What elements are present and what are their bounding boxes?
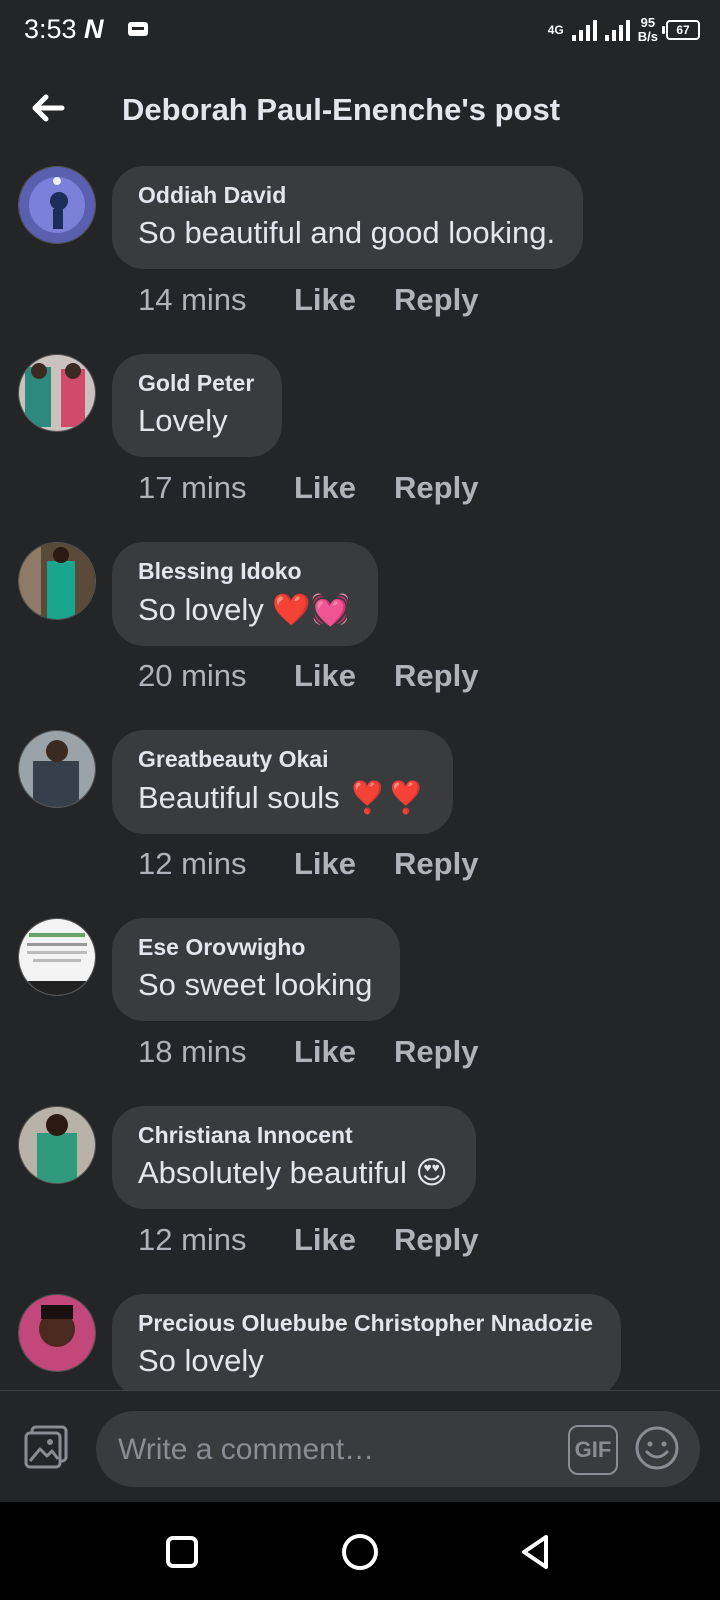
like-button[interactable]: Like <box>294 1222 356 1258</box>
comment-bubble[interactable]: Gold Peter Lovely <box>112 354 283 457</box>
comment-time: 20 mins <box>138 658 247 693</box>
like-button[interactable]: Like <box>294 658 356 694</box>
avatar-image <box>19 1295 95 1371</box>
reply-button[interactable]: Reply <box>394 282 478 318</box>
reply-button[interactable]: Reply <box>394 470 478 506</box>
comment-text: So beautiful and good looking. <box>138 215 556 250</box>
comment-time: 18 mins <box>138 1034 247 1069</box>
comment-text: So sweet looking <box>138 967 373 1002</box>
avatar-image <box>19 731 95 807</box>
comment: Oddiah David So beautiful and good looki… <box>0 158 720 348</box>
comment: Blessing Idoko So lovely ❤️💓 20 mins Lik… <box>0 534 720 724</box>
network-type: 4G <box>547 23 564 37</box>
avatar-image <box>19 919 95 995</box>
status-indicators: 4G 95 B/s 67 <box>548 16 700 44</box>
comments-list[interactable]: Oddiah David So beautiful and good looki… <box>0 158 720 1390</box>
comment-meta: 18 mins Like Reply <box>138 1034 516 1070</box>
avatar-image <box>19 543 95 619</box>
avatar[interactable] <box>18 730 96 808</box>
comment-bubble[interactable]: Christiana Innocent Absolutely beautiful… <box>112 1106 476 1209</box>
comment-text: Lovely <box>138 403 228 438</box>
comment-time: 14 mins <box>138 282 247 317</box>
avatar-image <box>19 167 95 243</box>
avatar[interactable] <box>18 1294 96 1372</box>
comment-input[interactable]: Write a comment… GIF <box>96 1411 700 1487</box>
comment-time: 12 mins <box>138 1222 247 1257</box>
square-icon[interactable] <box>160 1530 204 1574</box>
post-header: Deborah Paul-Enenche's post <box>0 64 720 158</box>
signal-icon-2 <box>604 19 630 41</box>
commenter-name[interactable]: Gold Peter <box>138 370 254 397</box>
commenter-name[interactable]: Greatbeauty Okai <box>138 746 425 773</box>
avatar[interactable] <box>18 918 96 996</box>
message-notification-icon <box>128 22 148 36</box>
network-speed-unit: B/s <box>637 29 658 44</box>
circle-icon[interactable] <box>338 1530 382 1574</box>
photo-icon[interactable] <box>22 1423 70 1471</box>
triangle-back-icon[interactable] <box>514 1530 558 1574</box>
avatar[interactable] <box>18 1106 96 1184</box>
like-button[interactable]: Like <box>294 470 356 506</box>
signal-icon <box>571 19 597 41</box>
reply-button[interactable]: Reply <box>394 658 478 694</box>
comment-bubble[interactable]: Ese Orovwigho So sweet looking <box>112 918 401 1021</box>
commenter-name[interactable]: Oddiah David <box>138 182 555 209</box>
comment-bubble[interactable]: Blessing Idoko So lovely ❤️💓 <box>112 542 378 646</box>
network-speed-value: 95 <box>640 15 656 30</box>
battery-level: 67 <box>676 23 690 37</box>
comment-text: So lovely <box>138 1343 264 1378</box>
avatar[interactable] <box>18 542 96 620</box>
network-speed: 95 B/s <box>638 16 658 44</box>
commenter-name[interactable]: Precious Oluebube Christopher Nnadozie <box>138 1310 593 1337</box>
battery-icon: 67 <box>662 20 700 40</box>
comment-meta: 20 mins Like Reply <box>138 658 516 694</box>
comment-text: Beautiful souls ❣️❣️ <box>138 780 426 815</box>
like-button[interactable]: Like <box>294 1034 356 1070</box>
comment-bubble[interactable]: Oddiah David So beautiful and good looki… <box>112 166 584 269</box>
status-bar: 3:53 N 4G 95 B/s 67 <box>0 0 720 64</box>
avatar[interactable] <box>18 166 96 244</box>
comment: Greatbeauty Okai Beautiful souls ❣️❣️ 12… <box>0 722 720 912</box>
reply-button[interactable]: Reply <box>394 1222 478 1258</box>
arrow-left-icon[interactable] <box>28 88 68 128</box>
system-nav-bar <box>0 1502 720 1600</box>
commenter-name[interactable]: Ese Orovwigho <box>138 934 372 961</box>
reply-button[interactable]: Reply <box>394 846 478 882</box>
comment: Gold Peter Lovely 17 mins Like Reply <box>0 346 720 536</box>
smiley-icon[interactable] <box>634 1425 680 1471</box>
comment-placeholder: Write a comment… <box>118 1433 375 1466</box>
carrier-logo: N <box>84 14 104 44</box>
like-button[interactable]: Like <box>294 846 356 882</box>
comment-bubble[interactable]: Precious Oluebube Christopher Nnadozie S… <box>112 1294 621 1390</box>
commenter-name[interactable]: Christiana Innocent <box>138 1122 448 1149</box>
comment: Christiana Innocent Absolutely beautiful… <box>0 1098 720 1288</box>
comment-composer: Write a comment… GIF <box>0 1390 720 1503</box>
like-button[interactable]: Like <box>294 282 356 318</box>
avatar[interactable] <box>18 354 96 432</box>
comment-meta: 12 mins Like Reply <box>138 846 516 882</box>
comment-bubble[interactable]: Greatbeauty Okai Beautiful souls ❣️❣️ <box>112 730 454 834</box>
status-time: 3:53 <box>24 14 77 44</box>
comment-meta: 12 mins Like Reply <box>138 1222 516 1258</box>
comment-time: 12 mins <box>138 846 247 881</box>
gif-button[interactable]: GIF <box>568 1425 618 1475</box>
page-title: Deborah Paul-Enenche's post <box>122 92 561 127</box>
avatar-image <box>19 1107 95 1183</box>
comment-text: Absolutely beautiful 😍 <box>138 1155 448 1190</box>
comment-meta: 17 mins Like Reply <box>138 470 516 506</box>
commenter-name[interactable]: Blessing Idoko <box>138 558 350 585</box>
reply-button[interactable]: Reply <box>394 1034 478 1070</box>
comment-time: 17 mins <box>138 470 247 505</box>
comment-text: So lovely ❤️💓 <box>138 592 350 627</box>
comment-meta: 14 mins Like Reply <box>138 282 516 318</box>
avatar-image <box>19 355 95 431</box>
comment: Precious Oluebube Christopher Nnadozie S… <box>0 1286 720 1390</box>
comment: Ese Orovwigho So sweet looking 18 mins L… <box>0 910 720 1100</box>
